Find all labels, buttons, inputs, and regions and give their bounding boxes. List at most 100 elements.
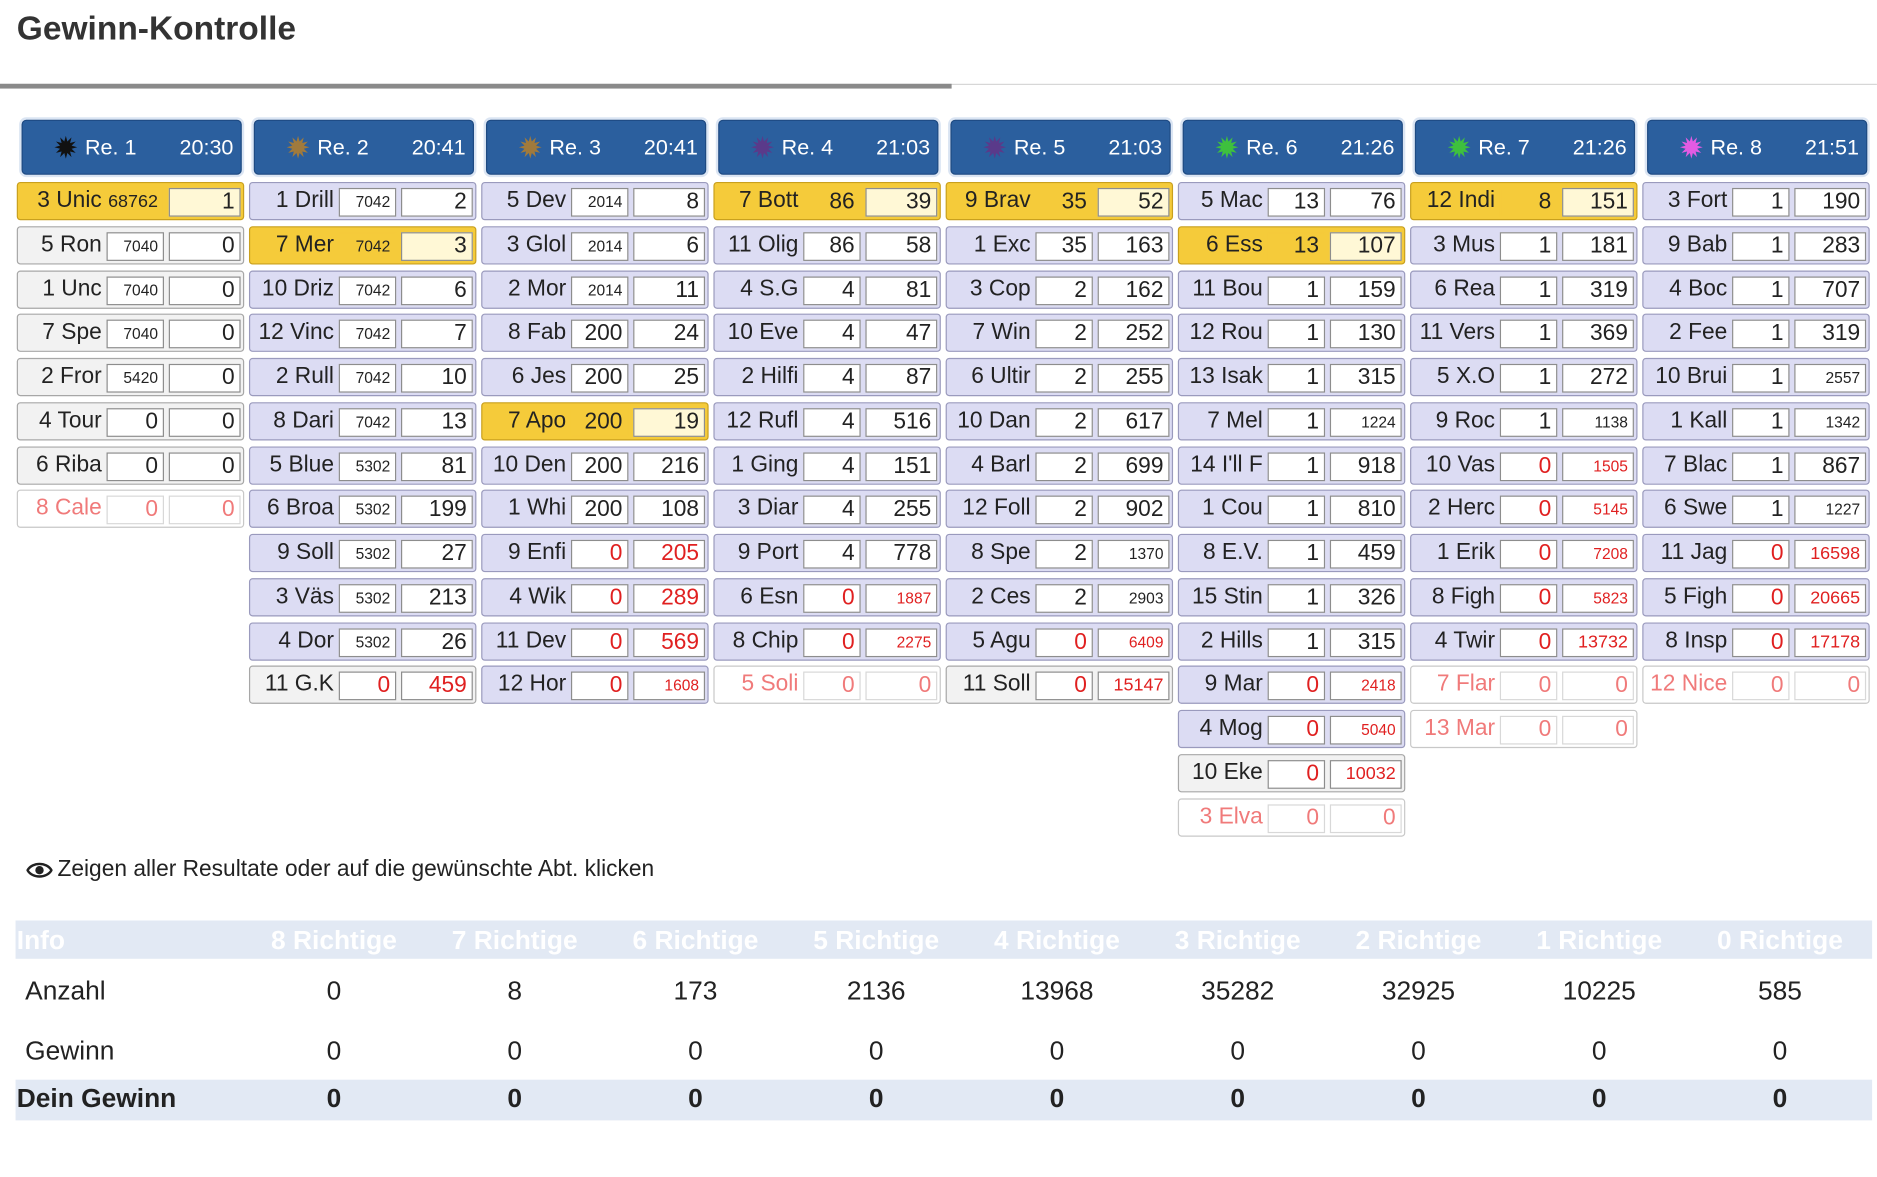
horse-row[interactable]: 5 X.O 1 272 bbox=[1410, 357, 1638, 397]
horse-row[interactable]: 5 Agu 0 6409 bbox=[945, 621, 1174, 661]
race-header-3[interactable]: Re. 3 20:41 bbox=[485, 119, 707, 175]
horse-row[interactable]: 2 Ces 2 2903 bbox=[945, 577, 1174, 617]
horse-row[interactable]: 1 Unc 7040 0 bbox=[16, 269, 245, 309]
horse-row[interactable]: 3 Cop 2 162 bbox=[945, 269, 1174, 309]
horse-row[interactable]: 4 Twir 0 13732 bbox=[1410, 621, 1638, 661]
horse-row[interactable]: 1 Whi 200 108 bbox=[481, 489, 709, 529]
race-header-7[interactable]: Re. 7 21:26 bbox=[1414, 119, 1636, 175]
horse-row[interactable]: 11 Dev 0 569 bbox=[481, 621, 709, 661]
horse-row[interactable]: 7 Mel 1 1224 bbox=[1177, 401, 1406, 441]
horse-row[interactable]: 6 Swe 1 1227 bbox=[1642, 489, 1870, 529]
horse-row[interactable]: 6 Ultir 2 255 bbox=[945, 357, 1174, 397]
horse-row[interactable]: 9 Bab 1 283 bbox=[1642, 225, 1870, 265]
horse-row[interactable]: 6 Ess 13 107 bbox=[1177, 225, 1406, 265]
race-header-6[interactable]: Re. 6 21:26 bbox=[1182, 119, 1403, 175]
horse-row[interactable]: 8 Fab 200 24 bbox=[481, 313, 709, 353]
race-header-1[interactable]: Re. 1 20:30 bbox=[21, 119, 242, 175]
horse-row[interactable]: 2 Mor 2014 11 bbox=[481, 269, 709, 309]
horse-row[interactable]: 15 Stin 1 326 bbox=[1177, 577, 1406, 617]
horse-row[interactable]: 7 Spe 7040 0 bbox=[16, 313, 245, 353]
horse-row[interactable]: 6 Esn 0 1887 bbox=[713, 577, 941, 617]
race-header-2[interactable]: Re. 2 20:41 bbox=[253, 119, 475, 175]
horse-row[interactable]: 12 Rufl 4 516 bbox=[713, 401, 941, 441]
horse-row[interactable]: 9 Enfi 0 205 bbox=[481, 533, 709, 573]
horse-row[interactable]: 1 Cou 1 810 bbox=[1177, 489, 1406, 529]
horse-row[interactable]: 3 Väs 5302 213 bbox=[248, 577, 477, 617]
horse-row[interactable]: 12 Foll 2 902 bbox=[945, 489, 1174, 529]
horse-row[interactable]: 8 Insp 0 17178 bbox=[1642, 621, 1870, 661]
horse-row[interactable]: 4 Mog 0 5040 bbox=[1177, 709, 1406, 749]
horse-row[interactable]: 11 Soll 0 15147 bbox=[945, 665, 1174, 705]
horse-row[interactable]: 3 Elva 0 0 bbox=[1177, 797, 1406, 837]
horse-row[interactable]: 7 Apo 200 19 bbox=[481, 401, 709, 441]
horse-row[interactable]: 11 Jag 0 16598 bbox=[1642, 533, 1870, 573]
horse-row[interactable]: 12 Indi 8 151 bbox=[1410, 181, 1638, 221]
horse-row[interactable]: 3 Fort 1 190 bbox=[1642, 181, 1870, 221]
horse-row[interactable]: 6 Rea 1 319 bbox=[1410, 269, 1638, 309]
horse-row[interactable]: 13 Mar 0 0 bbox=[1410, 709, 1638, 749]
horse-row[interactable]: 9 Roc 1 1138 bbox=[1410, 401, 1638, 441]
show-all-results-link[interactable]: Zeigen aller Resultate oder auf die gewü… bbox=[26, 857, 654, 887]
horse-row[interactable]: 2 Rull 7042 10 bbox=[248, 357, 477, 397]
horse-row[interactable]: 12 Vinc 7042 7 bbox=[248, 313, 477, 353]
race-header-4[interactable]: Re. 4 21:03 bbox=[718, 119, 939, 175]
horse-row[interactable]: 7 Mer 7042 3 bbox=[248, 225, 477, 265]
horse-row[interactable]: 10 Vas 0 1505 bbox=[1410, 445, 1638, 485]
horse-row[interactable]: 8 Figh 0 5823 bbox=[1410, 577, 1638, 617]
horse-row[interactable]: 7 Flar 0 0 bbox=[1410, 665, 1638, 705]
horse-row[interactable]: 14 I'll F 1 918 bbox=[1177, 445, 1406, 485]
horse-row[interactable]: 12 Nice 0 0 bbox=[1642, 665, 1870, 705]
horse-row[interactable]: 2 Hills 1 315 bbox=[1177, 621, 1406, 661]
horse-row[interactable]: 4 Wik 0 289 bbox=[481, 577, 709, 617]
horse-row[interactable]: 11 Bou 1 159 bbox=[1177, 269, 1406, 309]
horse-row[interactable]: 4 Dor 5302 26 bbox=[248, 621, 477, 661]
horse-row[interactable]: 6 Jes 200 25 bbox=[481, 357, 709, 397]
horse-row[interactable]: 5 Ron 7040 0 bbox=[16, 225, 245, 265]
horse-row[interactable]: 11 Vers 1 369 bbox=[1410, 313, 1638, 353]
horse-row[interactable]: 2 Herc 0 5145 bbox=[1410, 489, 1638, 529]
horse-row[interactable]: 10 Dan 2 617 bbox=[945, 401, 1174, 441]
horse-row[interactable]: 3 Glol 2014 6 bbox=[481, 225, 709, 265]
horse-row[interactable]: 10 Driz 7042 6 bbox=[248, 269, 477, 309]
horse-row[interactable]: 8 E.V. 1 459 bbox=[1177, 533, 1406, 573]
horse-row[interactable]: 10 Brui 1 2557 bbox=[1642, 357, 1870, 397]
horse-row[interactable]: 9 Brav 35 52 bbox=[945, 181, 1174, 221]
horse-row[interactable]: 1 Ging 4 151 bbox=[713, 445, 941, 485]
horse-row[interactable]: 10 Eve 4 47 bbox=[713, 313, 941, 353]
horse-row[interactable]: 4 Barl 2 699 bbox=[945, 445, 1174, 485]
horse-row[interactable]: 5 Soli 0 0 bbox=[713, 665, 941, 705]
horse-row[interactable]: 3 Unic 68762 1 bbox=[16, 181, 245, 221]
horse-row[interactable]: 1 Exc 35 163 bbox=[945, 225, 1174, 265]
horse-row[interactable]: 12 Rou 1 130 bbox=[1177, 313, 1406, 353]
horse-row[interactable]: 2 Fee 1 319 bbox=[1642, 313, 1870, 353]
horse-row[interactable]: 13 Isak 1 315 bbox=[1177, 357, 1406, 397]
horse-row[interactable]: 3 Diar 4 255 bbox=[713, 489, 941, 529]
horse-row[interactable]: 9 Mar 0 2418 bbox=[1177, 665, 1406, 705]
horse-row[interactable]: 8 Chip 0 2275 bbox=[713, 621, 941, 661]
race-header-8[interactable]: Re. 8 21:51 bbox=[1647, 119, 1868, 175]
horse-row[interactable]: 5 Blue 5302 81 bbox=[248, 445, 477, 485]
horse-row[interactable]: 2 Hilfi 4 87 bbox=[713, 357, 941, 397]
horse-row[interactable]: 1 Erik 0 7208 bbox=[1410, 533, 1638, 573]
horse-row[interactable]: 1 Drill 7042 2 bbox=[248, 181, 477, 221]
horse-row[interactable]: 5 Mac 13 76 bbox=[1177, 181, 1406, 221]
horse-row[interactable]: 4 Tour 0 0 bbox=[16, 401, 245, 441]
horse-row[interactable]: 6 Broa 5302 199 bbox=[248, 489, 477, 529]
horse-row[interactable]: 2 Fror 5420 0 bbox=[16, 357, 245, 397]
horse-row[interactable]: 11 G.K 0 459 bbox=[248, 665, 477, 705]
horse-row[interactable]: 9 Port 4 778 bbox=[713, 533, 941, 573]
horse-row[interactable]: 5 Dev 2014 8 bbox=[481, 181, 709, 221]
horse-row[interactable]: 7 Bott 86 39 bbox=[713, 181, 941, 221]
horse-row[interactable]: 9 Soll 5302 27 bbox=[248, 533, 477, 573]
horse-row[interactable]: 10 Eke 0 10032 bbox=[1177, 753, 1406, 793]
horse-row[interactable]: 7 Blac 1 867 bbox=[1642, 445, 1870, 485]
horse-row[interactable]: 7 Win 2 252 bbox=[945, 313, 1174, 353]
race-header-5[interactable]: Re. 5 21:03 bbox=[950, 119, 1171, 175]
horse-row[interactable]: 12 Hor 0 1608 bbox=[481, 665, 709, 705]
horse-row[interactable]: 8 Dari 7042 13 bbox=[248, 401, 477, 441]
horse-row[interactable]: 5 Figh 0 20665 bbox=[1642, 577, 1870, 617]
horse-row[interactable]: 4 S.G 4 81 bbox=[713, 269, 941, 309]
horse-row[interactable]: 8 Spe 2 1370 bbox=[945, 533, 1174, 573]
horse-row[interactable]: 6 Riba 0 0 bbox=[16, 445, 245, 485]
horse-row[interactable]: 4 Boc 1 707 bbox=[1642, 269, 1870, 309]
